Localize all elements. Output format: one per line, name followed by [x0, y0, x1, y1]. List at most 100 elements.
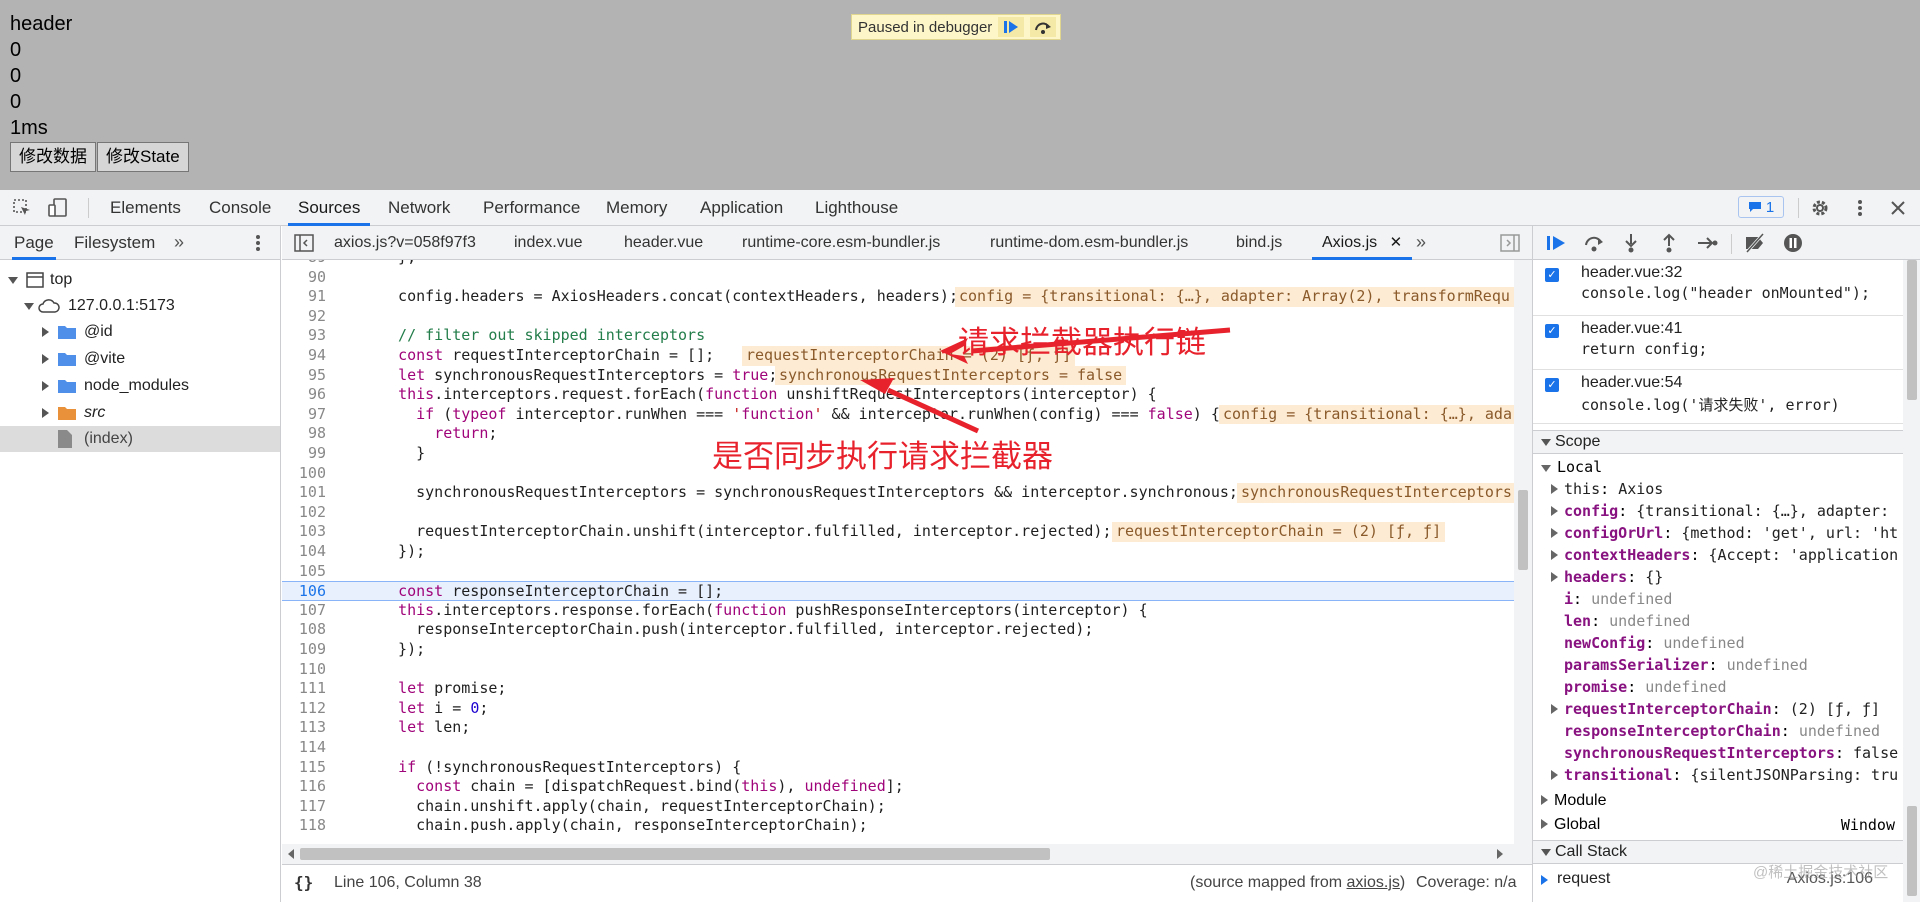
global-scope-header[interactable]: Global Window — [1541, 814, 1903, 836]
line-number[interactable]: 97 — [282, 405, 336, 425]
line-number[interactable]: 94 — [282, 346, 336, 366]
scope-section-header[interactable]: Scope — [1533, 430, 1903, 454]
scope-variable[interactable]: headers: {} — [1551, 566, 1920, 588]
scope-variable[interactable]: this: Axios — [1551, 478, 1920, 500]
line-number[interactable]: 104 — [282, 542, 336, 562]
close-devtools-icon[interactable] — [1888, 198, 1908, 218]
code-line[interactable]: 92 — [282, 307, 1514, 327]
tree-item-host[interactable]: 127.0.0.1:5173 — [0, 293, 280, 319]
scrollbar-thumb[interactable] — [1907, 806, 1917, 896]
line-number[interactable]: 110 — [282, 660, 336, 680]
scope-variable[interactable]: contextHeaders: {Accept: 'application — [1551, 544, 1920, 566]
scope-variable[interactable]: synchronousRequestInterceptors: false — [1564, 742, 1920, 764]
code-line[interactable]: 112 let i = 0; — [282, 699, 1514, 719]
scrollbar-thumb[interactable] — [1907, 260, 1917, 400]
tree-item-folder[interactable]: node_modules — [0, 373, 280, 399]
more-files-chevron-icon[interactable]: » — [1416, 226, 1426, 258]
scope-variable[interactable]: configOrUrl: {method: 'get', url: 'ht — [1551, 522, 1920, 544]
more-options-icon[interactable] — [1850, 198, 1870, 218]
collapse-arrow-icon[interactable] — [42, 354, 49, 364]
tab-performance[interactable]: Performance — [483, 190, 580, 226]
scrollbar-thumb[interactable] — [1518, 490, 1528, 570]
line-number[interactable]: 107 — [282, 601, 336, 621]
scroll-left-icon[interactable] — [288, 849, 294, 859]
tab-console[interactable]: Console — [209, 190, 271, 226]
code-line[interactable]: 91 config.headers = AxiosHeaders.concat(… — [282, 287, 1514, 307]
tab-elements[interactable]: Elements — [110, 190, 181, 226]
navigator-more-icon[interactable] — [248, 233, 268, 253]
tree-item-index[interactable]: (index) — [0, 426, 280, 452]
breakpoint-item[interactable]: ✓ header.vue:32 console.log("header onMo… — [1533, 260, 1903, 316]
line-number[interactable]: 117 — [282, 797, 336, 817]
tree-item-folder[interactable]: @vite — [0, 346, 280, 372]
scope-variable[interactable]: promise: undefined — [1564, 676, 1920, 698]
more-tabs-chevron-icon[interactable]: » — [174, 226, 184, 258]
collapse-arrow-icon[interactable] — [42, 408, 49, 418]
code-line-current[interactable]: 106 const responseInterceptorChain = []; — [282, 581, 1514, 601]
vertical-scrollbar[interactable] — [1514, 260, 1532, 864]
scope-variable[interactable]: len: undefined — [1564, 610, 1920, 632]
scope-variable[interactable]: config: {transitional: {…}, adapter: — [1551, 500, 1920, 522]
tab-memory[interactable]: Memory — [606, 190, 667, 226]
tree-item-folder-src[interactable]: src — [0, 400, 280, 426]
collapse-arrow-icon[interactable] — [42, 381, 49, 391]
file-tab[interactable]: axios.js?v=058f97f3 — [334, 226, 476, 260]
step-over-icon[interactable] — [1030, 17, 1057, 37]
local-scope-header[interactable]: Local — [1541, 456, 1911, 478]
line-number[interactable]: 102 — [282, 503, 336, 523]
line-number[interactable]: 116 — [282, 777, 336, 797]
code-line[interactable]: 115 if (!synchronousRequestInterceptors)… — [282, 758, 1514, 778]
line-number[interactable]: 95 — [282, 366, 336, 386]
tab-sources[interactable]: Sources — [288, 190, 371, 226]
line-number[interactable]: 109 — [282, 640, 336, 660]
code-line[interactable]: 114 — [282, 738, 1514, 758]
code-line[interactable]: 111 let promise; — [282, 679, 1514, 699]
tree-item-top[interactable]: top — [0, 267, 280, 293]
file-tab[interactable]: header.vue — [624, 226, 703, 260]
scope-variable[interactable]: transitional: {silentJSONParsing: tru — [1551, 764, 1920, 786]
line-number[interactable]: 92 — [282, 307, 336, 327]
line-number[interactable]: 98 — [282, 424, 336, 444]
step-icon[interactable] — [1697, 233, 1718, 253]
file-tab[interactable]: runtime-dom.esm-bundler.js — [990, 226, 1188, 260]
code-line[interactable]: 93 // filter out skipped interceptors — [282, 326, 1514, 346]
scope-variable[interactable]: i: undefined — [1564, 588, 1920, 610]
resume-icon[interactable] — [998, 17, 1025, 37]
breakpoint-checkbox[interactable]: ✓ — [1545, 324, 1559, 338]
line-number[interactable]: 91 — [282, 287, 336, 307]
tab-lighthouse[interactable]: Lighthouse — [815, 190, 898, 226]
code-line[interactable]: 102 — [282, 503, 1514, 523]
code-line[interactable]: 117 chain.unshift.apply(chain, requestIn… — [282, 797, 1514, 817]
close-tab-icon[interactable]: ✕ — [1390, 234, 1403, 251]
line-number[interactable]: 118 — [282, 816, 336, 836]
line-number[interactable]: 96 — [282, 385, 336, 405]
breakpoint-checkbox[interactable]: ✓ — [1545, 268, 1559, 282]
inspect-element-icon[interactable] — [12, 198, 32, 218]
code-line[interactable]: 101 synchronousRequestInterceptors = syn… — [282, 483, 1514, 503]
scope-variable[interactable]: newConfig: undefined — [1564, 632, 1920, 654]
line-number[interactable]: 106 — [282, 582, 336, 602]
scope-variable[interactable]: paramsSerializer: undefined — [1564, 654, 1920, 676]
step-over-icon[interactable] — [1583, 233, 1603, 253]
code-line[interactable]: 113 let len; — [282, 718, 1514, 738]
settings-gear-icon[interactable] — [1810, 198, 1830, 218]
line-number[interactable]: 113 — [282, 718, 336, 738]
deactivate-breakpoints-icon[interactable] — [1743, 233, 1765, 253]
code-line[interactable]: 110 — [282, 660, 1514, 680]
line-number[interactable]: 103 — [282, 522, 336, 542]
line-number[interactable]: 115 — [282, 758, 336, 778]
horizontal-scrollbar[interactable] — [282, 844, 1514, 864]
line-number[interactable]: 114 — [282, 738, 336, 758]
tab-network[interactable]: Network — [388, 190, 450, 226]
pause-on-exceptions-icon[interactable] — [1783, 233, 1803, 253]
code-line[interactable]: 105 — [282, 562, 1514, 582]
modify-data-button[interactable]: 修改数据 — [10, 142, 96, 172]
tab-filesystem[interactable]: Filesystem — [74, 226, 155, 260]
sidebar-scrollbar[interactable] — [1903, 260, 1920, 902]
file-tab-active[interactable]: Axios.js ✕ — [1312, 226, 1413, 260]
line-number[interactable]: 93 — [282, 326, 336, 346]
call-stack-frame[interactable]: request Axios.js:106 @稀土掘金技术社区 — [1533, 864, 1903, 892]
step-out-icon[interactable] — [1659, 233, 1679, 253]
line-number[interactable]: 100 — [282, 464, 336, 484]
code-line[interactable]: 96 this.interceptors.request.forEach(fun… — [282, 385, 1514, 405]
